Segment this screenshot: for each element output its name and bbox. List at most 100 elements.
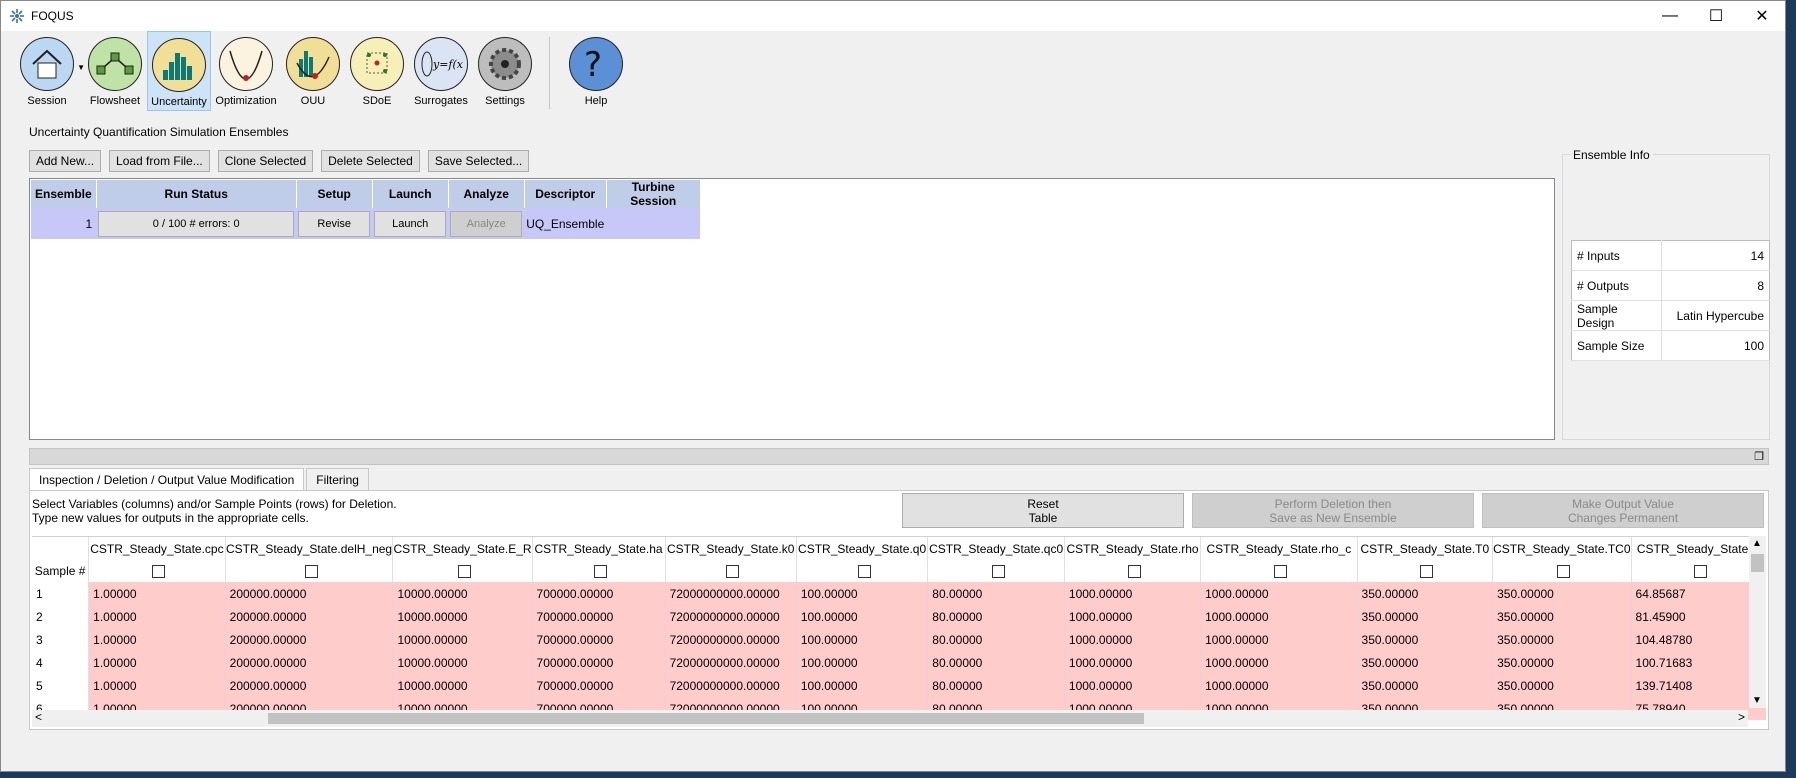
sample-value-cell[interactable]: 1000.00000: [1064, 582, 1202, 605]
sample-value-cell[interactable]: 1.00000: [88, 605, 226, 628]
panel-splitter[interactable]: ❐: [29, 448, 1769, 465]
sample-number[interactable]: 1: [32, 582, 90, 605]
sample-value-cell[interactable]: 200000.00000: [225, 651, 394, 674]
sample-value-cell[interactable]: 72000000000.00000: [665, 605, 797, 628]
turbine-session-cell[interactable]: [606, 208, 701, 239]
sample-value-cell[interactable]: 10000.00000: [392, 674, 533, 697]
sample-value-cell[interactable]: 700000.00000: [532, 582, 666, 605]
column-select-checkbox[interactable]: [304, 565, 318, 579]
make-permanent-button[interactable]: Make Output Value Changes Permanent: [1482, 493, 1764, 528]
toolbar-flowsheet[interactable]: Flowsheet: [83, 31, 147, 111]
toolbar-uncertainty[interactable]: Uncertainty: [147, 31, 211, 111]
toolbar-session[interactable]: ▼ Session: [11, 31, 85, 111]
column-select-checkbox[interactable]: [458, 565, 471, 579]
launch-button[interactable]: Launch: [374, 210, 447, 237]
reset-table-button[interactable]: Reset Table: [902, 493, 1184, 528]
column-select-checkbox[interactable]: [991, 565, 1005, 579]
sample-value-cell[interactable]: 700000.00000: [532, 605, 666, 628]
sample-value-cell[interactable]: 700000.00000: [532, 628, 666, 651]
column-select-checkbox[interactable]: [1420, 565, 1434, 579]
clone-selected-button[interactable]: Clone Selected: [217, 150, 314, 172]
table-row[interactable]: 1 1.00000 200000.00000 10000.00000 700000.00…: [32, 582, 1766, 605]
maximize-button[interactable]: ☐: [1693, 1, 1739, 31]
sample-value-cell[interactable]: 1.00000: [88, 582, 226, 605]
sample-value-cell[interactable]: 350.00000: [1492, 651, 1632, 674]
col-analyze[interactable]: Analyze: [448, 180, 525, 208]
sample-value-cell[interactable]: 1000.00000: [1064, 605, 1202, 628]
add-new-button[interactable]: Add New...: [29, 150, 102, 172]
sample-value-cell[interactable]: 80.00000: [927, 651, 1065, 674]
scroll-left-icon[interactable]: <: [35, 710, 42, 724]
sample-value-cell[interactable]: 100.00000: [796, 605, 929, 628]
table-row[interactable]: 2 1.00000 200000.00000 10000.00000 700000.00…: [32, 605, 1766, 628]
horizontal-scroll-thumb[interactable]: [268, 713, 1144, 724]
vertical-scroll-thumb[interactable]: [1751, 554, 1764, 572]
ensemble-id[interactable]: 1: [31, 208, 97, 239]
column-header[interactable]: CSTR_Steady_State.T0: [1357, 537, 1494, 560]
column-select-checkbox[interactable]: [726, 565, 740, 579]
sample-value-cell[interactable]: 200000.00000: [225, 582, 394, 605]
sample-value-cell[interactable]: 700000.00000: [532, 674, 666, 697]
sample-value-cell[interactable]: 1000.00000: [1064, 651, 1202, 674]
table-row[interactable]: 4 1.00000 200000.00000 10000.00000 700000.00…: [32, 651, 1766, 674]
restore-icon[interactable]: ❐: [1754, 450, 1764, 463]
sample-value-cell[interactable]: 10000.00000: [392, 651, 533, 674]
scroll-up-icon[interactable]: ▲: [1752, 538, 1762, 549]
sample-value-cell[interactable]: 64.85687: [1631, 582, 1766, 605]
col-launch[interactable]: Launch: [372, 180, 449, 208]
column-header[interactable]: CSTR_Steady_State.k0: [665, 537, 797, 560]
column-header[interactable]: CSTR_Steady_State.ha: [532, 537, 666, 560]
sample-value-cell[interactable]: 200000.00000: [225, 605, 394, 628]
sample-value-cell[interactable]: 200000.00000: [225, 674, 394, 697]
column-header[interactable]: CSTR_Steady_State.cpc: [88, 537, 226, 560]
perform-deletion-button[interactable]: Perform Deletion then Save as New Ensemb…: [1192, 493, 1474, 528]
sample-value-cell[interactable]: 350.00000: [1492, 582, 1632, 605]
delete-selected-button[interactable]: Delete Selected: [321, 150, 420, 172]
sample-value-cell[interactable]: 1.00000: [88, 674, 226, 697]
sample-number[interactable]: 2: [32, 605, 90, 628]
sample-value-cell[interactable]: 350.00000: [1492, 605, 1632, 628]
sample-value-cell[interactable]: 10000.00000: [392, 605, 533, 628]
col-turbine-session[interactable]: Turbine Session: [606, 180, 701, 208]
sample-value-cell[interactable]: 72000000000.00000: [665, 582, 797, 605]
sample-value-cell[interactable]: 1000.00000: [1064, 674, 1202, 697]
sample-value-cell[interactable]: 350.00000: [1357, 605, 1494, 628]
descriptor-cell[interactable]: UQ_Ensemble: [524, 208, 607, 239]
sample-value-cell[interactable]: 100.00000: [796, 582, 929, 605]
column-header[interactable]: CSTR_Steady_State.q0: [796, 537, 929, 560]
sample-value-cell[interactable]: 1000.00000: [1064, 628, 1202, 651]
column-select-checkbox[interactable]: [857, 565, 871, 579]
sample-value-cell[interactable]: 700000.00000: [532, 651, 666, 674]
toolbar-help[interactable]: ? Help: [564, 31, 628, 111]
toolbar-sdoe[interactable]: SDoE: [345, 31, 409, 111]
toolbar-settings[interactable]: Settings: [473, 31, 537, 111]
sample-value-cell[interactable]: 139.71408: [1631, 674, 1766, 697]
sample-value-cell[interactable]: 200000.00000: [225, 628, 394, 651]
sample-value-cell[interactable]: 350.00000: [1357, 674, 1494, 697]
sample-value-cell[interactable]: 1000.00000: [1200, 605, 1358, 628]
table-row[interactable]: 3 1.00000 200000.00000 10000.00000 700000.00…: [32, 628, 1766, 651]
col-run-status[interactable]: Run Status: [96, 180, 297, 208]
scroll-down-icon[interactable]: ▼: [1752, 695, 1762, 706]
sample-value-cell[interactable]: 350.00000: [1357, 628, 1494, 651]
sample-value-cell[interactable]: 72000000000.00000: [665, 628, 797, 651]
column-header[interactable]: CSTR_Steady_State.rho_c: [1200, 537, 1358, 560]
sample-value-cell[interactable]: 350.00000: [1357, 582, 1494, 605]
sample-value-cell[interactable]: 80.00000: [927, 605, 1065, 628]
sample-value-cell[interactable]: 100.71683: [1631, 651, 1766, 674]
ensemble-row[interactable]: 1 0 / 100 # errors: 0 Revise Launch Anal…: [31, 208, 701, 239]
save-selected-button[interactable]: Save Selected...: [427, 150, 530, 172]
sample-value-cell[interactable]: 350.00000: [1357, 651, 1494, 674]
sample-value-cell[interactable]: 72000000000.00000: [665, 651, 797, 674]
toolbar-optimization[interactable]: Optimization: [211, 31, 281, 111]
sample-number[interactable]: 5: [32, 674, 90, 697]
scroll-right-icon[interactable]: >: [1738, 710, 1745, 724]
column-header[interactable]: CSTR_Steady_State.rho: [1064, 537, 1202, 560]
sample-value-cell[interactable]: 104.48780: [1631, 628, 1766, 651]
col-setup[interactable]: Setup: [296, 180, 373, 208]
toolbar-ouu[interactable]: OUU: [281, 31, 345, 111]
column-header[interactable]: CSTR_Steady_State.delH_neg: [225, 537, 394, 560]
sample-value-cell[interactable]: 1.00000: [88, 651, 226, 674]
sample-value-cell[interactable]: 10000.00000: [392, 628, 533, 651]
minimize-button[interactable]: —: [1647, 1, 1693, 31]
